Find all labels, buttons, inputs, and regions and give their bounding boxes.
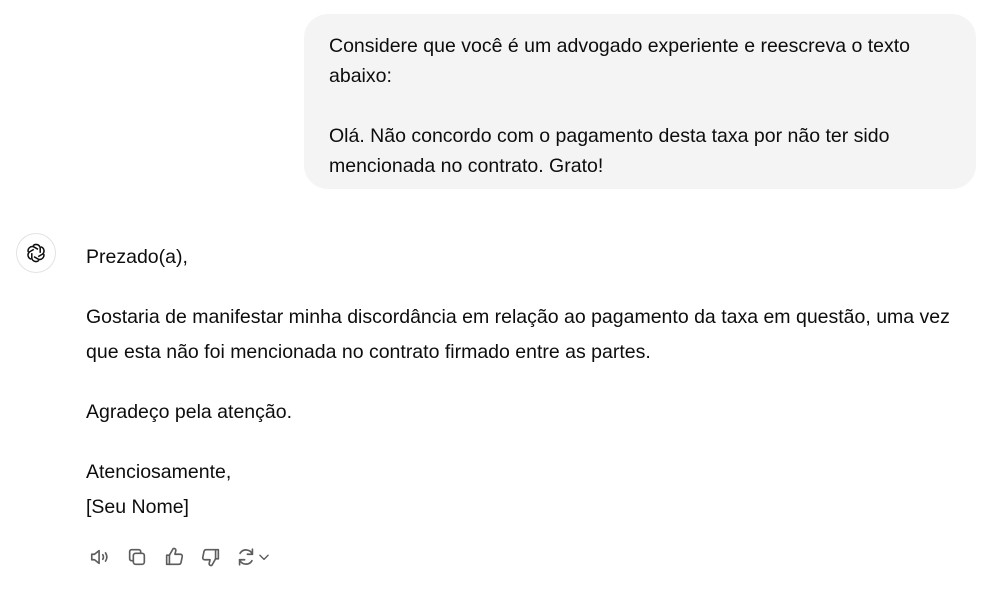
thumbs-down-button[interactable] (198, 544, 224, 570)
assistant-thanks: Agradeço pela atenção. (86, 401, 292, 423)
message-actions (87, 544, 288, 570)
thumbs-up-button[interactable] (161, 544, 187, 570)
chevron-down-icon (259, 554, 269, 561)
user-message-paragraph: Considere que você é um advogado experie… (329, 35, 911, 87)
assistant-greeting: Prezado(a), (86, 246, 188, 268)
user-message-bubble: Considere que você é um advogado experie… (304, 14, 976, 189)
user-message-paragraph: Olá. Não concordo com o pagamento desta … (329, 125, 890, 177)
assistant-avatar (16, 233, 56, 273)
copy-icon (128, 548, 146, 566)
copy-button[interactable] (124, 544, 150, 570)
assistant-body: Gostaria de manifestar minha discordânci… (86, 306, 950, 363)
chat-page: Considere que você é um advogado experie… (0, 0, 996, 593)
assistant-signature: [Seu Nome] (86, 496, 189, 518)
thumbs-down-icon (201, 548, 220, 567)
regenerate-button[interactable] (235, 544, 277, 570)
thumbs-up-icon (165, 547, 184, 566)
read-aloud-icon (90, 549, 108, 565)
assistant-closing: Atenciosamente, (86, 461, 232, 483)
assistant-message: Prezado(a), Gostaria de manifestar minha… (86, 240, 976, 525)
read-aloud-button[interactable] (87, 544, 113, 570)
openai-logo-icon (27, 243, 45, 263)
regenerate-icon (238, 548, 254, 566)
